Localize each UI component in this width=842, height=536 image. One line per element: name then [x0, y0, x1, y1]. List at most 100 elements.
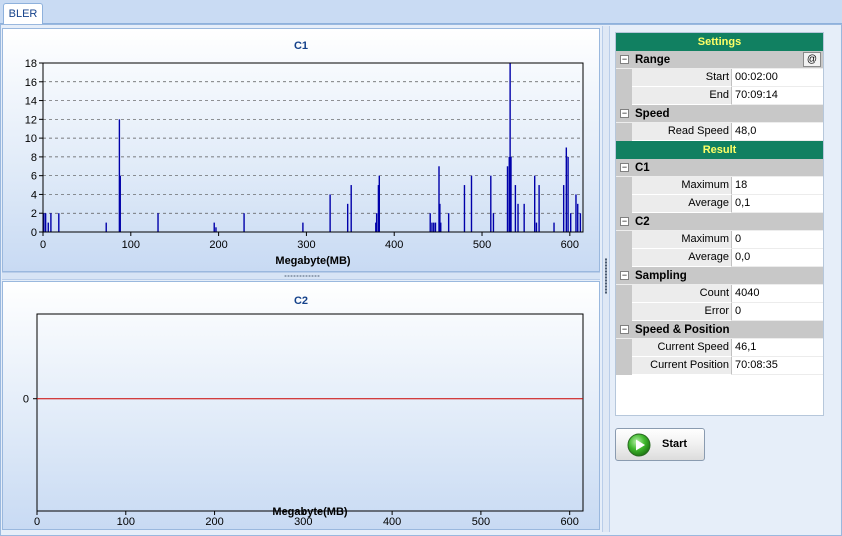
collapse-icon[interactable]: − — [620, 55, 629, 64]
read-speed-value[interactable]: 48,0 — [732, 123, 823, 141]
property-name: Error — [632, 303, 732, 321]
c1-y-tick-label: 18 — [25, 58, 37, 70]
row-gutter — [616, 303, 632, 321]
property-name: Start — [632, 69, 732, 87]
property-row-c1-maximum[interactable]: Maximum 18 — [616, 177, 823, 195]
c1-y-tick-label: 2 — [31, 208, 37, 220]
row-gutter — [616, 285, 632, 303]
category-label: C1 — [635, 162, 650, 174]
c2-chart-title: C2 — [294, 295, 308, 307]
c1-maximum-value: 18 — [732, 177, 823, 195]
c2-plot-area — [36, 313, 584, 512]
c1-chart-panel: C1 0 2 4 6 8 10 12 14 16 18 0 100 200 300 400 500 600 M… — [2, 28, 600, 272]
horizontal-splitter[interactable] — [2, 272, 600, 280]
c2-chart-panel: C2 0 0 100 200 300 400 500 600 Megabyte(MB) — [2, 281, 600, 530]
c1-x-tick-label: 600 — [561, 239, 579, 251]
property-row-start[interactable]: Start 00:02:00 — [616, 69, 823, 87]
play-icon — [627, 433, 651, 457]
tab-bar: BLER — [0, 0, 842, 25]
category-speed-position[interactable]: − Speed & Position — [616, 321, 823, 339]
category-range[interactable]: − Range @ — [616, 51, 823, 69]
c2-maximum-value: 0 — [732, 231, 823, 249]
c1-average-value: 0,1 — [732, 195, 823, 213]
c1-y-tick-label: 0 — [31, 227, 37, 239]
category-label: Range — [635, 54, 671, 66]
side-panel: Settings − Range @ Start 00:02:00 End 70:0… — [612, 26, 838, 532]
settings-header: Settings — [616, 33, 823, 51]
c1-plot-area — [42, 62, 584, 233]
end-value[interactable]: 70:09:14 — [732, 87, 823, 105]
vertical-splitter[interactable] — [602, 26, 610, 532]
row-gutter — [616, 249, 632, 267]
property-row-read-speed[interactable]: Read Speed 48,0 — [616, 123, 823, 141]
c2-x-tick-label: 0 — [34, 516, 40, 528]
row-gutter — [616, 177, 632, 195]
c1-y-tick-label: 14 — [25, 96, 37, 108]
category-label: Sampling — [635, 270, 687, 282]
property-name: Maximum — [632, 231, 732, 249]
property-row-c1-average[interactable]: Average 0,1 — [616, 195, 823, 213]
c2-x-tick-label: 500 — [472, 516, 490, 528]
property-name: Count — [632, 285, 732, 303]
property-row-c2-average[interactable]: Average 0,0 — [616, 249, 823, 267]
c2-average-value: 0,0 — [732, 249, 823, 267]
category-label: Speed & Position — [635, 324, 730, 336]
range-at-button[interactable]: @ — [803, 52, 821, 67]
property-name: End — [632, 87, 732, 105]
row-gutter — [616, 357, 632, 375]
collapse-icon[interactable]: − — [620, 163, 629, 172]
c1-x-tick-label: 400 — [385, 239, 403, 251]
category-speed[interactable]: − Speed — [616, 105, 823, 123]
category-sampling[interactable]: − Sampling — [616, 267, 823, 285]
current-position-value: 70:08:35 — [732, 357, 823, 375]
property-grid: Settings − Range @ Start 00:02:00 End 70:0… — [615, 32, 824, 416]
c1-x-tick-label: 100 — [122, 239, 140, 251]
c1-x-tick-label: 300 — [297, 239, 315, 251]
collapse-icon[interactable]: − — [620, 217, 629, 226]
property-name: Current Position — [632, 357, 732, 375]
category-c1[interactable]: − C1 — [616, 159, 823, 177]
collapse-icon[interactable]: − — [620, 271, 629, 280]
c2-xlabel: Megabyte(MB) — [272, 506, 348, 518]
c1-y-tick-label: 12 — [25, 114, 37, 126]
category-label: Speed — [635, 108, 670, 120]
tab-bler[interactable]: BLER — [3, 3, 43, 25]
result-header: Result — [616, 141, 823, 159]
c1-x-tick-label: 0 — [40, 239, 46, 251]
c1-x-tick-label: 200 — [209, 239, 227, 251]
property-row-current-speed[interactable]: Current Speed 46,1 — [616, 339, 823, 357]
start-button[interactable]: Start — [615, 428, 705, 461]
property-name: Average — [632, 195, 732, 213]
c1-y-tick-label: 16 — [25, 77, 37, 89]
c2-x-tick-label: 200 — [205, 516, 223, 528]
property-name: Maximum — [632, 177, 732, 195]
property-name: Current Speed — [632, 339, 732, 357]
row-gutter — [616, 339, 632, 357]
property-name: Average — [632, 249, 732, 267]
property-row-c2-maximum[interactable]: Maximum 0 — [616, 231, 823, 249]
c1-chart: C1 0 2 4 6 8 10 12 14 16 18 0 100 200 300 400 500 600 M… — [25, 40, 584, 267]
c1-y-tick-label: 6 — [31, 171, 37, 183]
c2-y-tick-label: 0 — [23, 394, 29, 406]
property-row-end[interactable]: End 70:09:14 — [616, 87, 823, 105]
row-gutter — [616, 123, 632, 141]
start-value[interactable]: 00:02:00 — [732, 69, 823, 87]
start-button-label: Start — [662, 438, 688, 450]
c1-x-tick-label: 500 — [473, 239, 491, 251]
category-c2[interactable]: − C2 — [616, 213, 823, 231]
collapse-icon[interactable]: − — [620, 109, 629, 118]
error-value: 0 — [732, 303, 823, 321]
property-row-error[interactable]: Error 0 — [616, 303, 823, 321]
row-gutter — [616, 87, 632, 105]
collapse-icon[interactable]: − — [620, 325, 629, 334]
row-gutter — [616, 69, 632, 87]
c1-y-tick-label: 10 — [25, 133, 37, 145]
c1-y-tick-label: 4 — [31, 189, 37, 201]
c2-chart: C2 0 0 100 200 300 400 500 600 Megabyte(MB) — [23, 295, 584, 528]
c1-xlabel: Megabyte(MB) — [275, 255, 351, 267]
property-row-current-position[interactable]: Current Position 70:08:35 — [616, 357, 823, 375]
splitter-grip-icon — [284, 275, 320, 277]
property-row-count[interactable]: Count 4040 — [616, 285, 823, 303]
c1-chart-title: C1 — [294, 40, 308, 52]
row-gutter — [616, 231, 632, 249]
